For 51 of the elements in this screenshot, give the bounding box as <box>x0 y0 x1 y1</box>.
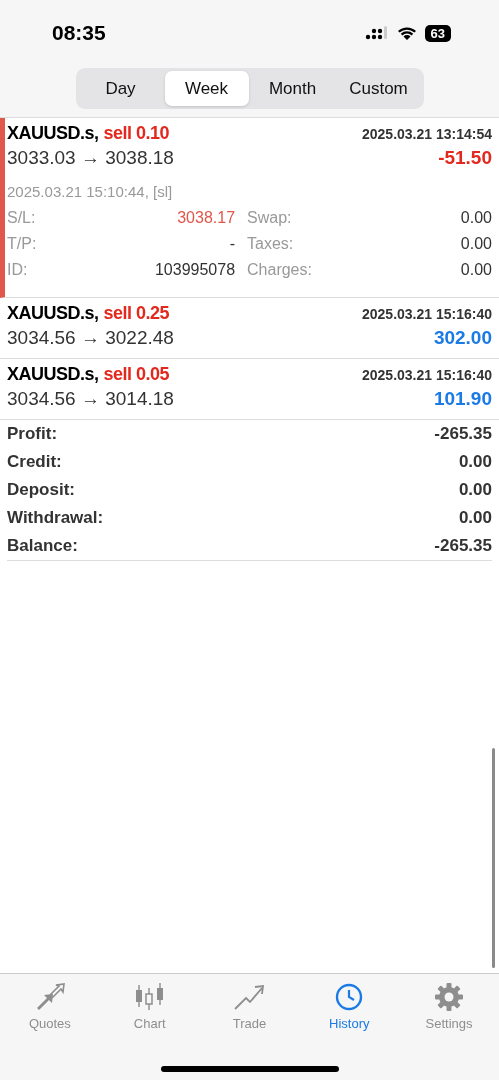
summary-label: Profit: <box>7 424 58 444</box>
deal-order: sell 0.25 <box>103 303 170 324</box>
wifi-icon <box>396 25 417 41</box>
detail-label: ID: <box>7 260 29 280</box>
deal-symbol: XAUUSD.s, <box>7 123 99 144</box>
period-tab[interactable]: Day <box>78 71 163 106</box>
summary-label: Balance: <box>7 536 78 556</box>
deal-symbol: XAUUSD.s, <box>7 364 99 385</box>
summary-value: 0.00 <box>458 452 492 472</box>
deal-row[interactable]: XAUUSD.s, sell 0.05 2025.03.21 15:16:40 3034.56 → 3014.18 101.90 <box>0 359 499 420</box>
detail-value: 0.00 <box>459 234 492 254</box>
detail-label: Taxes: <box>247 234 295 254</box>
summary-label: Withdrawal: <box>7 508 104 528</box>
summary-label: Deposit: <box>7 480 75 500</box>
detail-value: 0.00 <box>459 260 492 280</box>
deal-prices: 3034.56 → 3014.18 <box>7 388 174 410</box>
detail-label: Charges: <box>247 260 312 280</box>
trend-arrow-icon <box>232 982 267 1012</box>
deal-profit: 302.00 <box>433 327 492 349</box>
deal-prices: 3034.56 → 3022.48 <box>7 327 174 349</box>
deal-row[interactable]: XAUUSD.s, sell 0.10 2025.03.21 13:14:54 3033.03 → 3038.18 -51.50 2025.03.21 15:10:44, [sl] S/L: 3038.17 Swap: 0.00 T/P: - Taxes: 0.00 ID: 103995078 Charges: 0.00 <box>0 118 499 298</box>
period-tab[interactable]: Custom <box>336 71 421 106</box>
signal-icon <box>364 26 389 40</box>
period-tab[interactable]: Week <box>164 71 249 106</box>
detail-value: 0.00 <box>459 208 492 228</box>
deal-profit: -51.50 <box>438 147 492 169</box>
period-tab[interactable]: Month <box>250 71 335 106</box>
deal-time: 2025.03.21 15:16:40 <box>362 306 492 322</box>
deal-time: 2025.03.21 13:14:54 <box>362 126 492 142</box>
deal-time: 2025.03.21 15:16:40 <box>362 367 492 383</box>
battery-indicator: 63 <box>424 24 451 42</box>
nav-tab[interactable]: History <box>309 982 390 1038</box>
summary-value: -265.35 <box>434 536 492 556</box>
summary-value: 0.00 <box>458 508 492 528</box>
detail-label: S/L: <box>7 208 37 228</box>
status-time: 08:35 <box>52 21 106 45</box>
summary-value: -265.35 <box>434 424 492 444</box>
detail-label: Swap: <box>247 208 293 228</box>
summary-label: Credit: <box>7 452 62 472</box>
detail-value: 103995078 <box>153 260 237 280</box>
detail-value: - <box>228 234 237 254</box>
close-info: 2025.03.21 15:10:44, [sl] <box>7 182 174 202</box>
deal-order: sell 0.05 <box>103 364 170 385</box>
deal-order: sell 0.10 <box>103 123 170 144</box>
deal-profit: 101.90 <box>433 388 492 410</box>
summary-value: 0.00 <box>458 480 492 500</box>
deal-symbol: XAUUSD.s, <box>7 303 99 324</box>
detail-value: 3038.17 <box>176 208 237 228</box>
deal-prices: 3033.03 → 3038.18 <box>7 147 174 169</box>
detail-label: T/P: <box>7 234 38 254</box>
deal-row[interactable]: XAUUSD.s, sell 0.25 2025.03.21 15:16:40 3034.56 → 3022.48 302.00 <box>0 298 499 359</box>
